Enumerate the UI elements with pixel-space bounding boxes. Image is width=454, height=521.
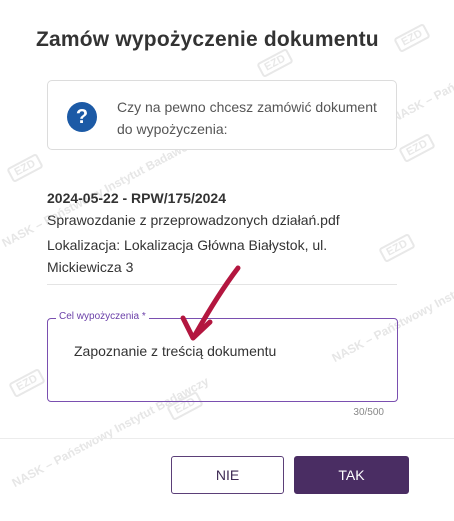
divider [47, 284, 397, 285]
question-icon: ? [67, 102, 97, 132]
dialog-title: Zamów wypożyczenie dokumentu [36, 28, 379, 51]
no-button[interactable]: NIE [171, 456, 284, 494]
watermark-logo: EZD [393, 22, 431, 54]
purpose-label: Cel wypożyczenia * [56, 311, 149, 322]
watermark-logo: EZD [256, 47, 294, 79]
footer-divider [0, 438, 454, 439]
confirmation-box: ? Czy na pewno chcesz zamówić dokument d… [47, 80, 397, 150]
confirmation-message: Czy na pewno chcesz zamówić dokument do … [117, 99, 377, 137]
purpose-textarea[interactable]: Zapoznanie z treścią dokumentu [47, 318, 398, 402]
purpose-value: Zapoznanie z treścią dokumentu [74, 343, 277, 359]
watermark-text: NASK – Państwowy Instytut Badawczy [389, 9, 454, 125]
document-location: Lokalizacja: Lokalizacja Główna Białysto… [47, 237, 328, 275]
document-title: 2024-05-22 - RPW/175/2024 [47, 190, 226, 206]
watermark-logo: EZD [8, 367, 46, 399]
character-counter: 30/500 [353, 407, 384, 418]
watermark-logo: EZD [6, 152, 44, 184]
document-file-name: Sprawozdanie z przeprowadzonych działań.… [47, 212, 340, 228]
yes-button[interactable]: TAK [294, 456, 409, 494]
watermark-logo: EZD [398, 132, 436, 164]
